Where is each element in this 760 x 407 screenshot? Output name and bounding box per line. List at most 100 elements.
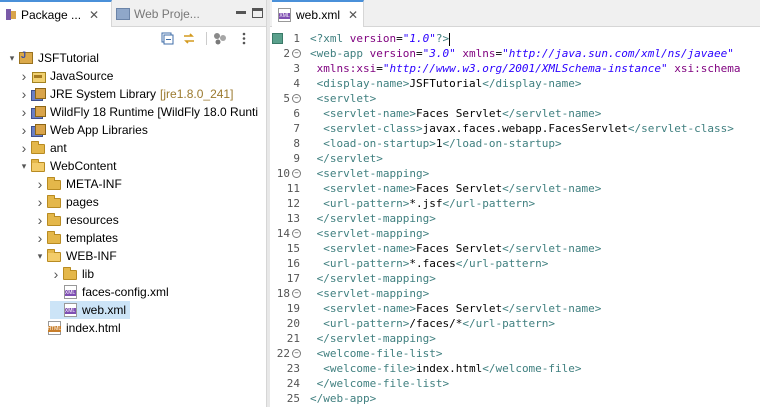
code-token: <servlet-name>: [310, 182, 416, 195]
code-line[interactable]: 12 <url-pattern>*.jsf</url-pattern>: [270, 196, 760, 211]
chevron-right-icon[interactable]: ›: [18, 85, 30, 103]
tree-item[interactable]: › JRE System Library [jre1.8.0_241]: [18, 85, 234, 103]
line-number: 12: [286, 197, 300, 210]
code-line[interactable]: 14− <servlet-mapping>: [270, 226, 760, 241]
code-line[interactable]: 5− <servlet>: [270, 91, 760, 106]
tab-web-project[interactable]: Web Proje...: [112, 0, 222, 27]
code-text: </servlet-mapping>: [310, 211, 436, 226]
tab-web-xml[interactable]: web.xml ✕: [272, 0, 364, 27]
code-line[interactable]: 18− <servlet-mapping>: [270, 286, 760, 301]
folder-open-icon: [46, 248, 62, 264]
code-line[interactable]: 21 </servlet-mapping>: [270, 331, 760, 346]
code-text: <welcome-file>index.html</welcome-file>: [310, 361, 581, 376]
chevron-right-icon[interactable]: ›: [34, 175, 46, 193]
explorer-toolbar: [0, 27, 266, 49]
fold-toggle-icon[interactable]: −: [292, 229, 301, 238]
tree-item[interactable]: › resources: [34, 211, 119, 229]
tree-item[interactable]: › JavaSource: [18, 67, 114, 85]
code-token: </servlet-name>: [502, 182, 602, 195]
code-token: Faces Servlet: [415, 302, 503, 315]
fold-toggle-icon[interactable]: −: [292, 49, 301, 58]
tree-item[interactable]: › WildFly 18 Runtime [WildFly 18.0 Runti: [18, 103, 258, 121]
code-line[interactable]: 24 </welcome-file-list>: [270, 376, 760, 391]
code-text: <servlet-name>Faces Servlet</servlet-nam…: [310, 106, 601, 121]
package-explorer-icon: [5, 8, 17, 21]
tree-item[interactable]: ▾ JSFTutorial: [6, 49, 99, 67]
code-line[interactable]: 11 <servlet-name>Faces Servlet</servlet-…: [270, 181, 760, 196]
code-line[interactable]: 19 <servlet-name>Faces Servlet</servlet-…: [270, 301, 760, 316]
chevron-right-icon[interactable]: ›: [18, 139, 30, 157]
code-line[interactable]: 13 </servlet-mapping>: [270, 211, 760, 226]
code-token: /faces/*: [409, 317, 463, 330]
chevron-right-icon[interactable]: ›: [34, 229, 46, 247]
code-token: javax.faces.webapp.FacesServlet: [422, 122, 628, 135]
fold-toggle-icon[interactable]: −: [292, 94, 301, 103]
tree-item[interactable]: ▾ WEB-INF: [34, 247, 117, 265]
chevron-down-icon[interactable]: ▾: [34, 247, 46, 265]
code-line[interactable]: 17 </servlet-mapping>: [270, 271, 760, 286]
code-line[interactable]: 8 <load-on-startup>1</load-on-startup>: [270, 136, 760, 151]
chevron-right-icon[interactable]: ›: [34, 211, 46, 229]
chevron-right-icon[interactable]: ›: [50, 265, 62, 283]
code-line[interactable]: 25 </web-app>: [270, 391, 760, 406]
line-number: 20: [286, 317, 300, 330]
filter-icon[interactable]: [212, 31, 227, 45]
minimize-icon[interactable]: [236, 8, 248, 18]
line-number: 15: [286, 242, 300, 255]
code-token: </servlet-mapping>: [310, 212, 436, 225]
code-line[interactable]: 15 <servlet-name>Faces Servlet</servlet-…: [270, 241, 760, 256]
code-token: "3.0": [422, 47, 456, 60]
collapse-all-icon[interactable]: [160, 31, 175, 45]
code-line[interactable]: 10− <servlet-mapping>: [270, 166, 760, 181]
line-number: 7: [293, 122, 300, 135]
tree-item[interactable]: › templates: [34, 229, 118, 247]
tree-item-label: pages: [66, 195, 99, 209]
code-line[interactable]: 1 <?xml version="1.0"?>: [270, 31, 760, 46]
chevron-down-icon[interactable]: ▾: [18, 157, 30, 175]
code-token: Faces Servlet: [415, 182, 503, 195]
code-token: <servlet-name>: [310, 302, 416, 315]
code-line[interactable]: 22− <welcome-file-list>: [270, 346, 760, 361]
close-icon[interactable]: ✕: [348, 8, 358, 22]
editor-tab-bar: web.xml ✕: [270, 0, 760, 27]
tree-item[interactable]: › Web App Libraries: [18, 121, 148, 139]
code-line[interactable]: 7 <servlet-class>javax.faces.webapp.Face…: [270, 121, 760, 136]
tree-item[interactable]: › META-INF: [34, 175, 122, 193]
maximize-icon[interactable]: [252, 8, 263, 18]
tab-package-explorer[interactable]: Package ... ✕: [0, 0, 112, 27]
link-with-editor-icon[interactable]: [181, 31, 196, 45]
code-token: *.jsf: [409, 197, 443, 210]
code-line[interactable]: 23 <welcome-file>index.html</welcome-fil…: [270, 361, 760, 376]
tree-item[interactable]: › pages: [34, 193, 99, 211]
code-text: <display-name>JSFTutorial</display-name>: [310, 76, 582, 91]
code-line[interactable]: 16 <url-pattern>*.faces</url-pattern>: [270, 256, 760, 271]
tree-item[interactable]: › lib: [50, 265, 94, 283]
chevron-right-icon[interactable]: ›: [34, 193, 46, 211]
code-line[interactable]: 6 <servlet-name>Faces Servlet</servlet-n…: [270, 106, 760, 121]
view-menu-icon[interactable]: [236, 31, 251, 45]
code-line[interactable]: 2− <web-app version="3.0" xmlns="http://j…: [270, 46, 760, 61]
web-project-icon: [116, 7, 130, 20]
code-token: </url-pattern>: [455, 257, 549, 270]
code-line[interactable]: 3 xmlns:xsi="http://www.w3.org/2001/XMLS…: [270, 61, 760, 76]
code-line[interactable]: 20 <url-pattern>/faces/*</url-pattern>: [270, 316, 760, 331]
tree-item[interactable]: index.html: [34, 319, 121, 337]
code-line[interactable]: 4 <display-name>JSFTutorial</display-nam…: [270, 76, 760, 91]
chevron-right-icon[interactable]: ›: [18, 67, 30, 85]
close-icon[interactable]: ✕: [89, 8, 99, 22]
fold-toggle-icon[interactable]: −: [292, 349, 301, 358]
tree-item[interactable]: › ant: [18, 139, 67, 157]
tree-item[interactable]: ▾ WebContent: [18, 157, 117, 175]
code-text: </servlet-mapping>: [310, 331, 436, 346]
chevron-down-icon[interactable]: ▾: [6, 49, 18, 67]
chevron-right-icon[interactable]: ›: [18, 103, 30, 121]
code-text: <url-pattern>*.jsf</url-pattern>: [310, 196, 535, 211]
tree-item[interactable]: faces-config.xml: [50, 283, 169, 301]
chevron-right-icon[interactable]: ›: [18, 121, 30, 139]
fold-toggle-icon[interactable]: −: [292, 169, 301, 178]
tree-item[interactable]: web.xml: [50, 301, 131, 319]
fold-toggle-icon[interactable]: −: [292, 289, 301, 298]
tree-item-label: JavaSource: [50, 69, 114, 83]
code-line[interactable]: 9 </servlet>: [270, 151, 760, 166]
